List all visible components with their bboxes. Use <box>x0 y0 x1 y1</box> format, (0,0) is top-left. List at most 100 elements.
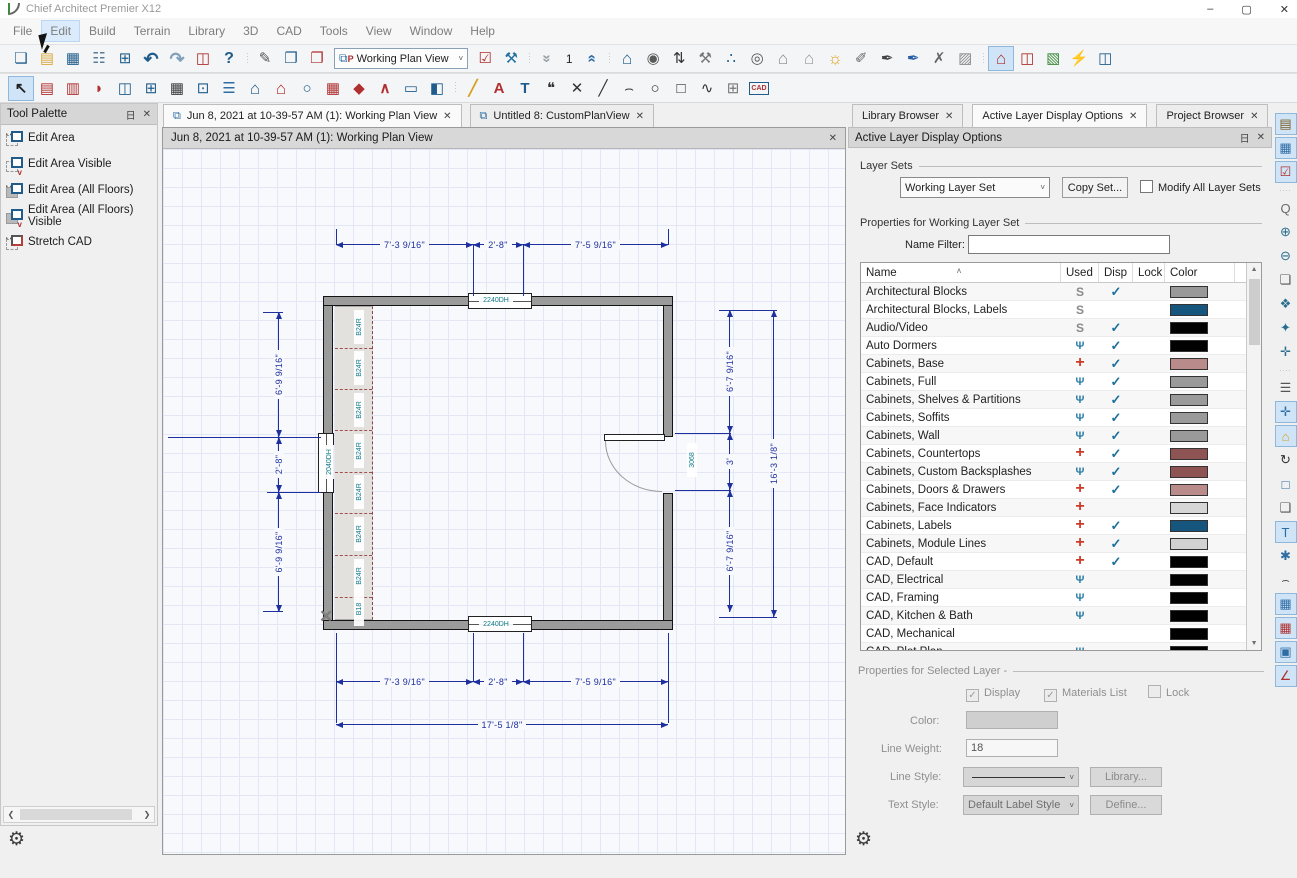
dimension-line[interactable]: 2'-8" <box>272 437 285 492</box>
snap-grid-icon[interactable]: ▦ <box>1275 617 1297 639</box>
curved-wall-icon[interactable]: ◗ <box>86 76 112 101</box>
toolbar-icon[interactable] <box>978 46 988 71</box>
trellis-icon[interactable]: ▦ <box>320 76 346 101</box>
menu-item[interactable]: Build <box>80 20 125 42</box>
toolbar-icon[interactable] <box>524 46 534 71</box>
display-grid-icon[interactable]: ▦ <box>1275 593 1297 615</box>
perspective-camera-icon[interactable]: ◉ <box>640 46 666 71</box>
dimension-tool-icon[interactable]: ╱ <box>460 76 486 101</box>
layer-row[interactable]: Audio/Video <box>861 319 1246 337</box>
fixture-tool-icon[interactable]: ⊡ <box>190 76 216 101</box>
layer-color-swatch[interactable] <box>1170 556 1208 568</box>
text-tool-icon[interactable]: T <box>512 76 538 101</box>
cad-camera-icon[interactable]: ⊞ <box>720 76 746 101</box>
layer-color-swatch[interactable] <box>1170 394 1208 406</box>
layer-color-swatch[interactable] <box>1170 412 1208 424</box>
layer-color-swatch[interactable] <box>1170 646 1208 651</box>
copy-set-button[interactable]: Copy Set... <box>1062 177 1128 198</box>
layer-row[interactable]: CAD, Electrical <box>861 571 1246 589</box>
wall-tool-icon[interactable]: ▤ <box>34 76 60 101</box>
save-plan-view-as-icon[interactable]: ❐ <box>304 46 330 71</box>
house-wizard-icon[interactable]: ⌂ <box>242 76 268 101</box>
layer-row[interactable]: Cabinets, Doors & Drawers <box>861 481 1246 499</box>
layer-color-swatch[interactable] <box>1170 358 1208 370</box>
help-icon[interactable]: ? <box>216 46 242 71</box>
close-tab-icon[interactable]: ✕ <box>1129 111 1137 122</box>
layer-color-swatch[interactable] <box>1170 286 1208 298</box>
exterior-room-icon[interactable]: ⌂ <box>268 76 294 101</box>
layer-row[interactable]: CAD, Plot Plan <box>861 643 1246 650</box>
side-toolbar-icon[interactable] <box>1275 365 1297 375</box>
layer-display-check-icon[interactable] <box>1111 539 1122 551</box>
layer-row[interactable]: Cabinets, Base <box>861 355 1246 373</box>
dimension-line[interactable]: 2'-8" <box>473 238 523 251</box>
eyedropper-icon[interactable]: ✒ <box>874 46 900 71</box>
wall-right-upper[interactable] <box>663 305 673 437</box>
scroll-down-icon[interactable]: ▼ <box>1247 640 1261 647</box>
3d-box-icon[interactable]: ◧ <box>424 76 450 101</box>
floor-down-icon[interactable]: » <box>534 46 560 71</box>
layer-color-swatch[interactable] <box>1170 520 1208 532</box>
layer-display-check-icon[interactable] <box>1111 287 1122 299</box>
dimension-line[interactable]: 6'-7 9/16" <box>723 490 736 612</box>
overview-camera-icon[interactable]: ⌂ <box>796 46 822 71</box>
document-tab[interactable]: ⧉ Untitled 8: CustomPlanView ✕ <box>470 104 654 127</box>
material-eyedropper-icon[interactable]: ✒ <box>900 46 926 71</box>
light-icon[interactable]: ☼ <box>822 46 848 71</box>
layer-display-check-icon[interactable] <box>1111 323 1122 335</box>
side-panel-tab[interactable]: Project Browser ✕ <box>1156 104 1268 127</box>
menu-item[interactable]: Help <box>461 20 504 42</box>
walkthrough-icon[interactable]: ∴ <box>718 46 744 71</box>
dimension-line[interactable]: 7'-5 9/16" <box>523 675 668 688</box>
layer-table-header[interactable]: Name ᴧ Used Disp Lock Color <box>861 263 1246 283</box>
layer-display-check-icon[interactable] <box>1111 341 1122 353</box>
tool-palette-item[interactable]: v Edit Area (All Floors) Visible <box>1 203 157 229</box>
palette-settings-gear-icon[interactable]: ⚙ <box>8 828 25 851</box>
dimension-line[interactable]: 17'-5 1/8" <box>336 718 668 731</box>
layer-color-swatch[interactable] <box>1170 322 1208 334</box>
undo-icon[interactable]: ↶ <box>138 46 164 71</box>
fill-window-icon[interactable]: ❖ <box>1275 293 1297 315</box>
point-marker-icon[interactable]: ✕ <box>564 76 590 101</box>
plan-check-icon[interactable]: ☑ <box>472 46 498 71</box>
color-toggle-icon[interactable]: ⌂ <box>1275 425 1297 447</box>
maximize-button[interactable]: ▢ <box>1241 3 1251 16</box>
menu-item[interactable]: Window <box>401 20 462 42</box>
dimension-line[interactable]: 6'-9 9/16" <box>272 312 285 437</box>
picture-icon[interactable]: ▧ <box>1040 46 1066 71</box>
layer-row[interactable]: Cabinets, Labels <box>861 517 1246 535</box>
cad-circle-icon[interactable]: ○ <box>642 76 668 101</box>
default-settings-wrench-icon[interactable]: ⚒ <box>498 46 524 71</box>
menu-item[interactable]: Tools <box>311 20 357 42</box>
scroll-right-icon[interactable]: ❯ <box>140 810 154 819</box>
close-panel-icon[interactable]: ✕ <box>1257 132 1265 143</box>
layer-row[interactable]: Cabinets, Countertops <box>861 445 1246 463</box>
close-button[interactable]: ✕ <box>1280 3 1289 16</box>
library-browser-icon[interactable]: ▤ <box>1275 113 1297 135</box>
watercolor-icon[interactable]: ⚡ <box>1066 46 1092 71</box>
layer-row[interactable]: CAD, Framing <box>861 589 1246 607</box>
tool-palette-item[interactable]: v Stretch CAD <box>1 229 157 255</box>
mouse-orbit-icon[interactable]: ⇅ <box>666 46 692 71</box>
layer-row[interactable]: CAD, Kitchen & Bath <box>861 607 1246 625</box>
dimension-line[interactable]: 6'-7 9/16" <box>723 310 736 433</box>
gazebo-icon[interactable]: ○ <box>294 76 320 101</box>
layer-color-swatch[interactable] <box>1170 430 1208 442</box>
modify-all-layer-sets-option[interactable]: Modify All Layer Sets <box>1140 180 1261 194</box>
roof-plane-icon[interactable]: ◆ <box>346 76 372 101</box>
toolbar-icon[interactable] <box>450 76 460 101</box>
layer-row[interactable]: Cabinets, Custom Backsplashes <box>861 463 1246 481</box>
layer-row[interactable]: Cabinets, Soffits <box>861 409 1246 427</box>
adjust-material-icon[interactable]: ✗ <box>926 46 952 71</box>
save-plan-view-icon[interactable]: ❐ <box>278 46 304 71</box>
door-tool-icon[interactable]: ◫ <box>112 76 138 101</box>
tool-palette-item[interactable]: v Edit Area Visible <box>1 151 157 177</box>
layer-color-swatch[interactable] <box>1170 466 1208 478</box>
preview-icon[interactable]: ❑ <box>1275 497 1297 519</box>
wall-elevation-icon[interactable]: ◫ <box>1014 46 1040 71</box>
project-browser-icon[interactable]: ▦ <box>1275 137 1297 159</box>
text-arrow-icon[interactable]: A <box>486 76 512 101</box>
layout-page-icon[interactable]: ◫ <box>190 46 216 71</box>
rebuild-3d-icon[interactable]: ⚒ <box>692 46 718 71</box>
menu-item[interactable]: 3D <box>234 20 267 42</box>
